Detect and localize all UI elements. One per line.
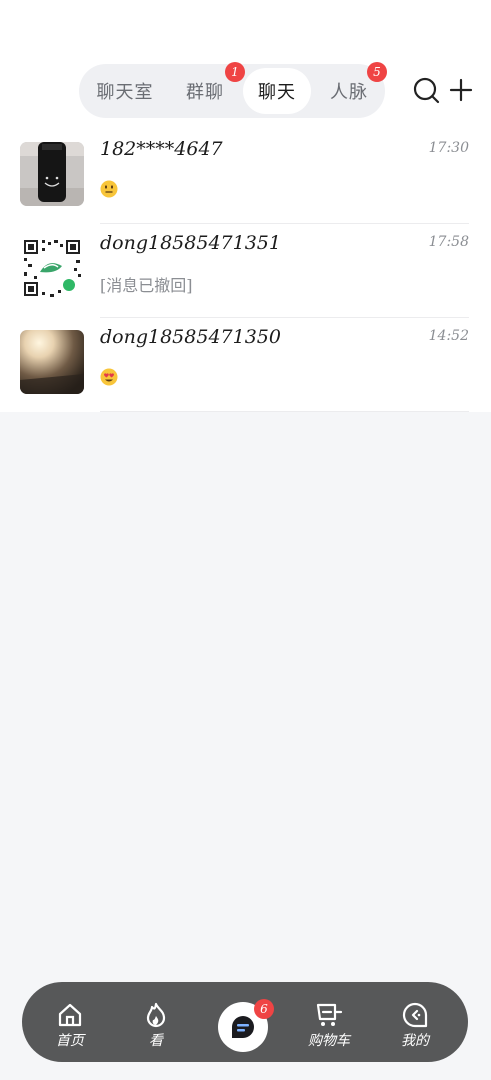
chat-row[interactable]: dong18585471351 17:58 [消息已撤回] bbox=[0, 224, 491, 318]
neutral-face-emoji bbox=[100, 180, 118, 198]
chat-time: 14:52 bbox=[428, 328, 469, 344]
tab-bar: 聊天室 群聊 1 聊天 人脉 5 bbox=[79, 62, 387, 118]
sunset-photo bbox=[20, 330, 84, 394]
chat-name: dong18585471350 bbox=[100, 326, 281, 348]
plus-icon[interactable] bbox=[449, 78, 473, 102]
tab-label: 人脉 bbox=[330, 82, 368, 103]
center-badge: 6 bbox=[254, 999, 274, 1019]
tab-label: 聊天室 bbox=[96, 82, 154, 103]
avatar bbox=[20, 330, 84, 394]
nav-label: 看 bbox=[149, 1033, 163, 1049]
nav-home[interactable]: 首页 bbox=[30, 982, 110, 1062]
cart-icon bbox=[316, 1003, 343, 1026]
tab-chat[interactable]: 聊天 bbox=[243, 68, 311, 114]
chat-name: 182****4647 bbox=[100, 138, 223, 160]
contacts-badge: 5 bbox=[367, 62, 387, 82]
screen: 聊天室 群聊 1 聊天 人脉 5 182****4647 17:30 dong1… bbox=[0, 0, 491, 1080]
divider bbox=[100, 411, 469, 412]
nav-label: 购物车 bbox=[308, 1033, 350, 1049]
nav-cart[interactable]: 购物车 bbox=[289, 982, 369, 1062]
nav-watch[interactable]: 看 bbox=[116, 982, 196, 1062]
heart-eyes-emoji bbox=[100, 368, 118, 386]
chat-row[interactable]: dong18585471350 14:52 bbox=[0, 318, 491, 412]
tab-label: 聊天 bbox=[258, 82, 296, 103]
search-icon[interactable] bbox=[412, 76, 440, 104]
nav-label: 我的 bbox=[401, 1033, 429, 1049]
group-chat-badge: 1 bbox=[225, 62, 245, 82]
chat-name: dong18585471351 bbox=[100, 232, 281, 254]
nav-profile[interactable]: 我的 bbox=[375, 982, 455, 1062]
profile-icon bbox=[402, 1002, 428, 1028]
bottom-nav: 首页 看 6 购物车 我的 bbox=[22, 982, 468, 1062]
chat-time: 17:58 bbox=[428, 234, 469, 250]
home-icon bbox=[58, 1003, 82, 1027]
chat-time: 17:30 bbox=[428, 140, 469, 156]
header: 聊天室 群聊 1 聊天 人脉 5 bbox=[0, 0, 491, 130]
chat-list: 182****4647 17:30 dong18585471351 17:58 … bbox=[0, 130, 491, 412]
tab-label: 群聊 bbox=[186, 82, 224, 103]
nav-label: 首页 bbox=[56, 1033, 84, 1049]
avatar bbox=[20, 142, 84, 206]
qr-code-avatar bbox=[20, 236, 84, 300]
avatar bbox=[20, 236, 84, 300]
chat-preview: [消息已撤回] bbox=[100, 276, 193, 295]
tab-chatroom[interactable]: 聊天室 bbox=[85, 68, 165, 114]
chat-row[interactable]: 182****4647 17:30 bbox=[0, 130, 491, 224]
black-bottle-photo bbox=[20, 142, 84, 206]
flame-icon bbox=[146, 1002, 166, 1028]
